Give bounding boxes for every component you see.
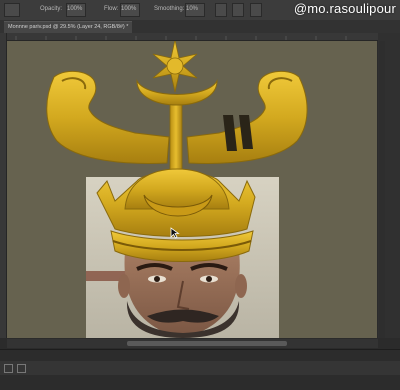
document-tab[interactable]: Monnne pariv.psd @ 29.5% (Layer 24, RGB/… (4, 21, 133, 33)
flow-value[interactable]: 100% (121, 3, 136, 16)
vertical-scrollbar[interactable] (379, 41, 385, 338)
document-canvas[interactable] (7, 41, 377, 338)
artwork-helmet (46, 41, 308, 338)
horizontal-ruler (6, 33, 378, 41)
angle-icon[interactable] (232, 3, 244, 17)
watermark-handle: @mo.rasoulipour (293, 1, 396, 16)
vertical-ruler (0, 33, 7, 338)
gear-icon[interactable] (215, 3, 227, 17)
timeline-render-icon[interactable] (17, 364, 26, 373)
flow-label: Flow: (104, 6, 119, 12)
cursor-icon (170, 227, 180, 239)
timeline-toolbar (0, 361, 400, 375)
smoothing-label: Smoothing: (154, 6, 185, 12)
tool-preset-icon[interactable] (4, 3, 20, 17)
opacity-label: Opacity: (40, 6, 63, 12)
horizontal-scroll-thumb[interactable] (127, 341, 287, 346)
opacity-value[interactable]: 100% (67, 3, 82, 16)
smoothing-value[interactable]: 10% (186, 3, 198, 16)
horizontal-scrollbar[interactable] (7, 339, 378, 348)
symmetry-icon[interactable] (250, 3, 262, 17)
timeline-options-icon[interactable] (4, 364, 13, 373)
